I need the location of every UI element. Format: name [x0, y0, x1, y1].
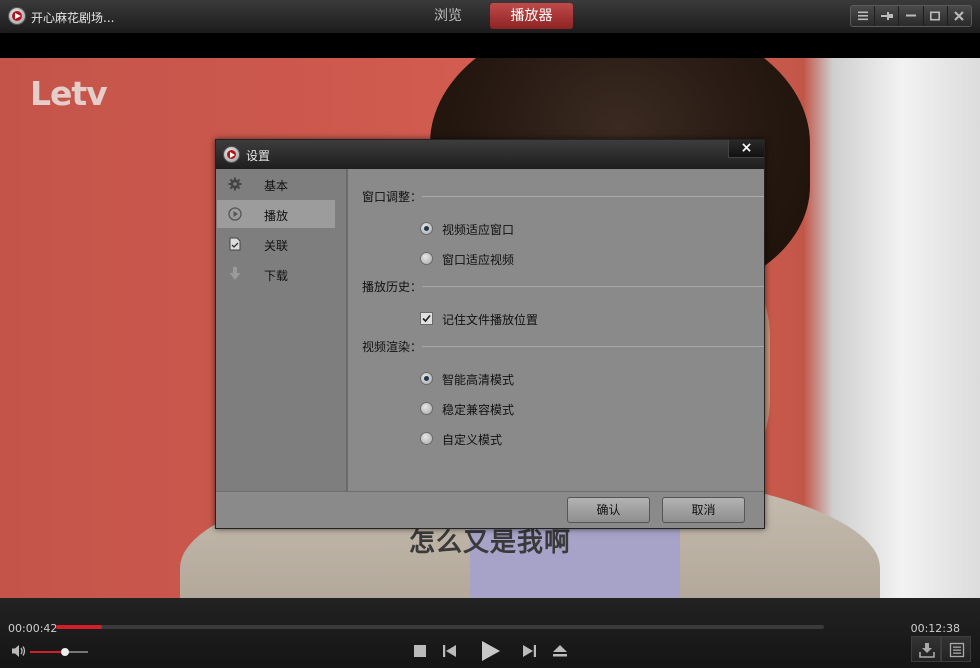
confirm-button[interactable]: 确认: [567, 497, 650, 523]
sidebar-item-label: 播放: [264, 209, 289, 223]
download-panel-button[interactable]: [911, 636, 941, 662]
title-bar: 开心麻花剧场... 浏览 播放器: [0, 0, 980, 34]
section-divider: [422, 286, 764, 287]
dialog-logo-icon: [223, 146, 240, 163]
menu-button[interactable]: [851, 6, 876, 26]
app-logo-icon: [8, 7, 26, 25]
sidebar-item-label: 基本: [264, 179, 289, 193]
playlist-icon: [949, 642, 965, 658]
maximize-button[interactable]: [924, 6, 948, 26]
letv-watermark: Letv: [30, 74, 108, 113]
radio-button[interactable]: [420, 402, 433, 415]
volume-level: [30, 651, 65, 653]
pin-button[interactable]: [875, 6, 900, 26]
sidebar-item-label: 关联: [264, 239, 289, 253]
sidebar-item-playback[interactable]: 播放: [217, 200, 335, 228]
sidebar-item-download[interactable]: 下载: [217, 260, 335, 288]
play-circle-icon: [228, 207, 242, 221]
option-label: 视频适应窗口: [442, 223, 515, 237]
dialog-title: 设置: [246, 149, 271, 163]
close-button[interactable]: [948, 6, 971, 26]
pin-icon: [880, 12, 893, 20]
total-time: 00:12:38: [910, 622, 960, 635]
section-heading-window: 窗口调整：: [362, 190, 423, 204]
radio-button[interactable]: [420, 222, 433, 235]
close-icon: [954, 11, 965, 21]
minimize-button[interactable]: [899, 6, 924, 26]
volume-knob[interactable]: [60, 648, 69, 656]
tab-player[interactable]: 播放器: [490, 3, 573, 29]
option-label: 自定义模式: [442, 433, 503, 447]
current-time: 00:00:42: [8, 622, 58, 635]
settings-content: 窗口调整： 视频适应窗口 窗口适应视频 播放历史： 记住文件播放位置 视频渲染：…: [347, 169, 764, 491]
file-associate-icon: [229, 237, 241, 251]
stop-icon[interactable]: [413, 644, 427, 658]
gear-icon: [228, 177, 242, 191]
section-heading-history: 播放历史：: [362, 280, 423, 294]
option-label: 智能高清模式: [442, 373, 515, 387]
option-label: 窗口适应视频: [442, 253, 515, 267]
checkbox-label: 记住文件播放位置: [442, 313, 539, 327]
download-tray-icon: [919, 643, 935, 658]
window-controls: [850, 5, 972, 27]
top-spacer: [0, 35, 980, 58]
option-label: 稳定兼容模式: [442, 403, 515, 417]
tab-browse[interactable]: 浏览: [418, 3, 478, 29]
play-icon[interactable]: [480, 640, 502, 662]
sidebar-item-label: 下载: [264, 269, 289, 283]
playlist-panel-button[interactable]: [941, 636, 971, 662]
seek-bar[interactable]: [56, 625, 824, 629]
minimize-icon: [906, 14, 916, 17]
dialog-footer: 确认 取消: [216, 491, 764, 528]
settings-dialog: 设置 × 基本 播放 关联 下载 窗口调整： 视频适应窗口 窗口适应视频 播放历…: [215, 139, 765, 529]
radio-button[interactable]: [420, 252, 433, 265]
section-divider: [422, 196, 764, 197]
checkbox[interactable]: [420, 312, 433, 325]
checkmark-icon: [422, 314, 431, 323]
seek-progress: [56, 625, 103, 629]
volume-icon[interactable]: [11, 644, 27, 658]
previous-icon[interactable]: [442, 644, 458, 658]
section-divider: [422, 346, 764, 347]
section-heading-render: 视频渲染：: [362, 340, 423, 354]
dialog-close-button[interactable]: ×: [728, 140, 764, 158]
download-arrow-icon: [229, 267, 241, 280]
volume-slider[interactable]: [30, 648, 88, 656]
window-title: 开心麻花剧场...: [31, 11, 115, 25]
radio-button[interactable]: [420, 372, 433, 385]
next-icon[interactable]: [521, 644, 537, 658]
radio-button[interactable]: [420, 432, 433, 445]
sidebar-item-association[interactable]: 关联: [217, 230, 335, 258]
sidebar-item-basic[interactable]: 基本: [217, 170, 335, 198]
eject-icon[interactable]: [552, 644, 568, 658]
settings-sidebar: 基本 播放 关联 下载: [216, 169, 347, 491]
menu-icon: [857, 11, 868, 21]
maximize-icon: [930, 11, 941, 21]
dialog-titlebar[interactable]: 设置 ×: [216, 140, 764, 169]
player-controls: 00:00:42 00:12:38: [0, 598, 980, 668]
cancel-button[interactable]: 取消: [662, 497, 745, 523]
